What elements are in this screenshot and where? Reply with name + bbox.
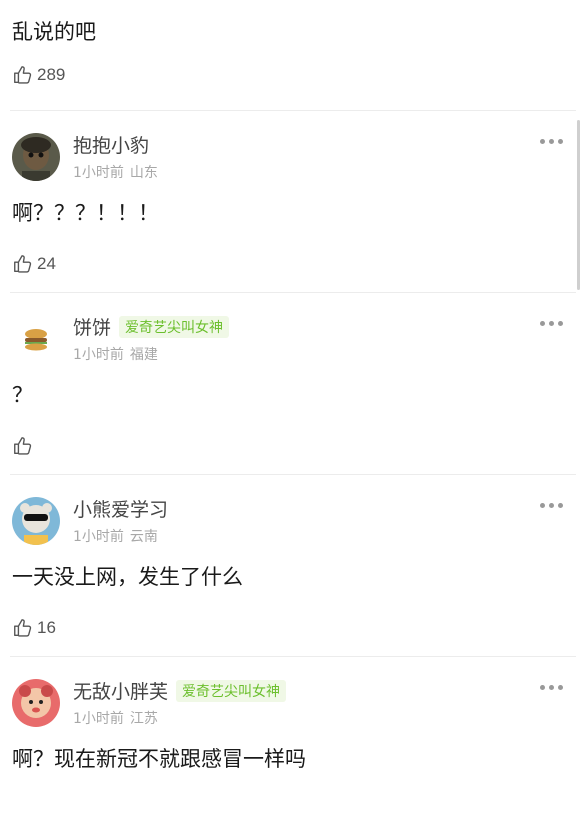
vip-badge: 爱奇艺尖叫女神 (119, 316, 230, 338)
avatar[interactable] (12, 133, 60, 181)
avatar[interactable] (12, 315, 60, 363)
thumbs-up-icon (14, 619, 32, 637)
comment-feed: 乱说的吧 289 抱抱小豹 1小时前 山东 啊？？？！！！ 24 饼饼 爱奇艺尖… (0, 0, 581, 794)
like-button[interactable]: 289 (12, 64, 65, 86)
more-options-icon[interactable] (540, 685, 563, 690)
comment-location: 江苏 (129, 711, 158, 727)
comment-item: 小熊爱学习 1小时前 云南 一天没上网，发生了什么 16 (0, 475, 581, 657)
comment-item: 无敌小胖芙 爱奇艺尖叫女神 1小时前 江苏 啊？现在新冠不就跟感冒一样吗 (0, 657, 581, 839)
vip-badge: 爱奇艺尖叫女神 (176, 680, 287, 702)
username[interactable]: 饼饼 爱奇艺尖叫女神 (73, 313, 230, 340)
more-options-icon[interactable] (540, 503, 563, 508)
username[interactable]: 无敌小胖芙 爱奇艺尖叫女神 (73, 677, 287, 704)
comment-text: ？ (12, 383, 33, 407)
more-options-icon[interactable] (540, 321, 563, 326)
thumbs-up-icon (14, 255, 32, 273)
comment-meta: 1小时前 山东 (73, 162, 158, 182)
comment-item: 抱抱小豹 1小时前 山东 啊？？？！！！ 24 (0, 111, 581, 293)
username[interactable]: 抱抱小豹 (73, 131, 149, 158)
username-text: 饼饼 (73, 317, 112, 339)
like-count: 289 (37, 65, 66, 84)
comment-time: 1小时前 (73, 165, 124, 181)
like-count: 16 (37, 618, 56, 637)
like-button[interactable]: 16 (12, 617, 56, 639)
like-button[interactable] (12, 435, 37, 457)
top-comment-text: 乱说的吧 (12, 20, 96, 44)
comment-item: 饼饼 爱奇艺尖叫女神 1小时前 福建 ？ (0, 293, 581, 475)
like-count: 24 (37, 254, 56, 273)
comment-text: 啊？？？！！！ (12, 201, 159, 225)
comment-time: 1小时前 (73, 529, 124, 545)
avatar[interactable] (12, 679, 60, 727)
comment-text: 啊？现在新冠不就跟感冒一样吗 (12, 747, 306, 771)
avatar[interactable] (12, 497, 60, 545)
comment-meta: 1小时前 云南 (73, 526, 158, 546)
scrollbar[interactable] (577, 120, 580, 290)
comment-location: 云南 (129, 529, 158, 545)
like-button[interactable]: 24 (12, 253, 56, 275)
thumbs-up-icon (14, 437, 32, 455)
comment-location: 福建 (129, 347, 158, 363)
username[interactable]: 小熊爱学习 (73, 495, 168, 522)
comment-time: 1小时前 (73, 711, 124, 727)
more-options-icon[interactable] (540, 139, 563, 144)
comment-location: 山东 (129, 165, 158, 181)
comment-meta: 1小时前 江苏 (73, 708, 158, 728)
thumbs-up-icon (14, 66, 32, 84)
comment-meta: 1小时前 福建 (73, 344, 158, 364)
comment-text: 一天没上网，发生了什么 (12, 565, 243, 589)
username-text: 无敌小胖芙 (73, 681, 169, 703)
comment-time: 1小时前 (73, 347, 124, 363)
